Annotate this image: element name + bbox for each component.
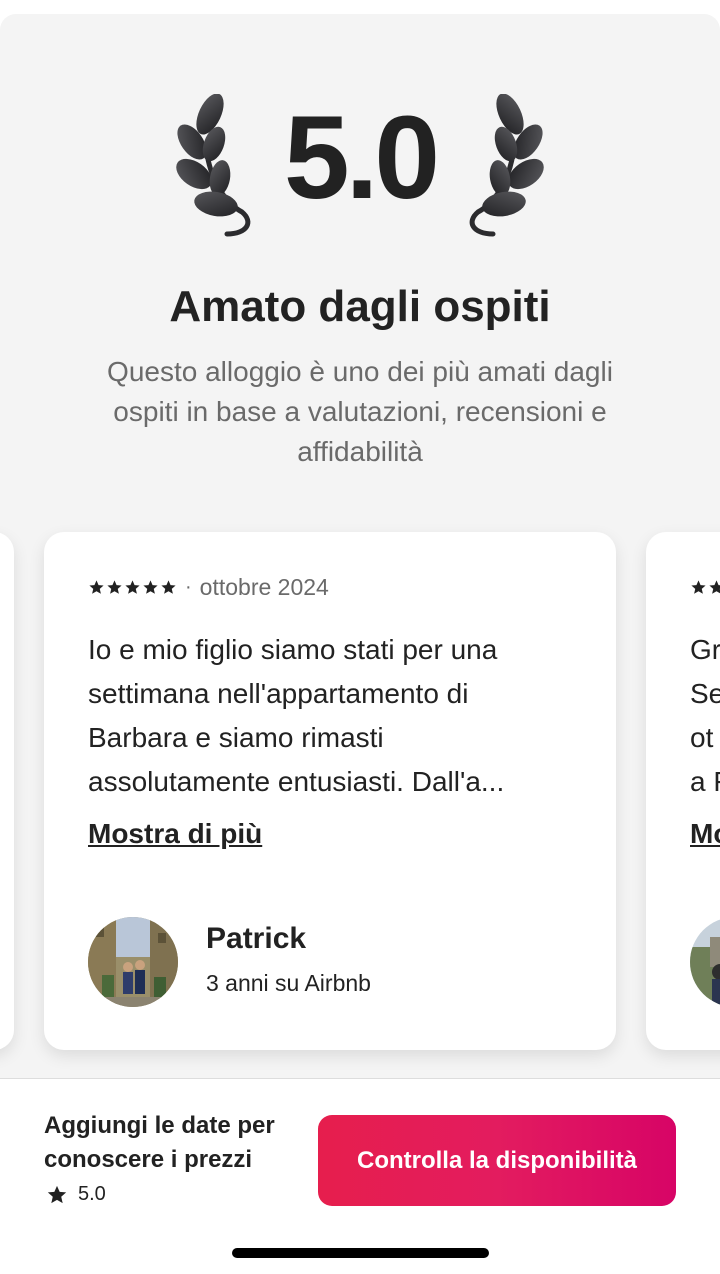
- section-title: Amato dagli ospiti: [169, 282, 551, 331]
- reviewer-tenure: 3 anni su Airbnb: [206, 970, 371, 996]
- peek-line: a F: [690, 766, 720, 797]
- reviewer-name: Patrick: [206, 922, 307, 955]
- review-date: ottobre 2024: [199, 573, 329, 600]
- show-more-link-peek[interactable]: Mo: [690, 818, 720, 850]
- star-icon: [107, 579, 122, 594]
- show-more-link[interactable]: Mostra di più: [88, 818, 262, 850]
- reviewer-avatar[interactable]: [690, 917, 720, 1007]
- review-meta: · ottobre 2024: [88, 574, 329, 600]
- overall-rating: 5.0: [283, 92, 440, 224]
- review-card[interactable]: · ottobre 2024 Io e mio figlio siamo sta…: [44, 532, 616, 1050]
- footer-rating-value: 5.0: [78, 1183, 106, 1205]
- review-stars: [88, 579, 177, 596]
- peek-line: Gr: [690, 634, 720, 665]
- review-text-peek: Gr Se ot a F: [690, 628, 720, 804]
- review-card-previous[interactable]: [0, 532, 14, 1050]
- peek-line: ot: [690, 722, 714, 753]
- reviewer-avatar[interactable]: [88, 917, 178, 1007]
- home-indicator[interactable]: [232, 1248, 489, 1258]
- star-icon: [161, 579, 176, 594]
- guest-favorite-section: 5.0 Amato dagli ospiti Questo alloggio è…: [0, 14, 720, 1078]
- laurel-right-icon: [469, 94, 544, 237]
- star-icon: [709, 579, 720, 594]
- meta-separator: ·: [185, 575, 192, 598]
- booking-footer: Aggiungi le date per conoscere i prezzi …: [0, 1078, 720, 1274]
- review-text: Io e mio figlio siamo stati per una sett…: [88, 634, 505, 797]
- add-dates-prompt: Aggiungi le date per conoscere i prezzi: [44, 1112, 275, 1173]
- star-icon: [47, 1185, 67, 1203]
- section-subtitle: Questo alloggio è uno dei più amati dagl…: [107, 356, 613, 467]
- peek-line: Se: [690, 678, 720, 709]
- star-icon: [125, 579, 140, 594]
- review-meta: [690, 574, 720, 600]
- review-stars: [690, 579, 720, 596]
- star-icon: [89, 579, 104, 594]
- star-icon: [143, 579, 158, 594]
- review-card-next[interactable]: Gr Se ot a F Mo: [646, 532, 720, 1050]
- screen: 5.0 Amato dagli ospiti Questo alloggio è…: [0, 0, 720, 1274]
- rating-badge: 5.0: [0, 92, 720, 237]
- check-availability-button[interactable]: Controlla la disponibilità: [318, 1115, 676, 1206]
- star-icon: [691, 579, 706, 594]
- footer-rating: 5.0: [46, 1183, 106, 1206]
